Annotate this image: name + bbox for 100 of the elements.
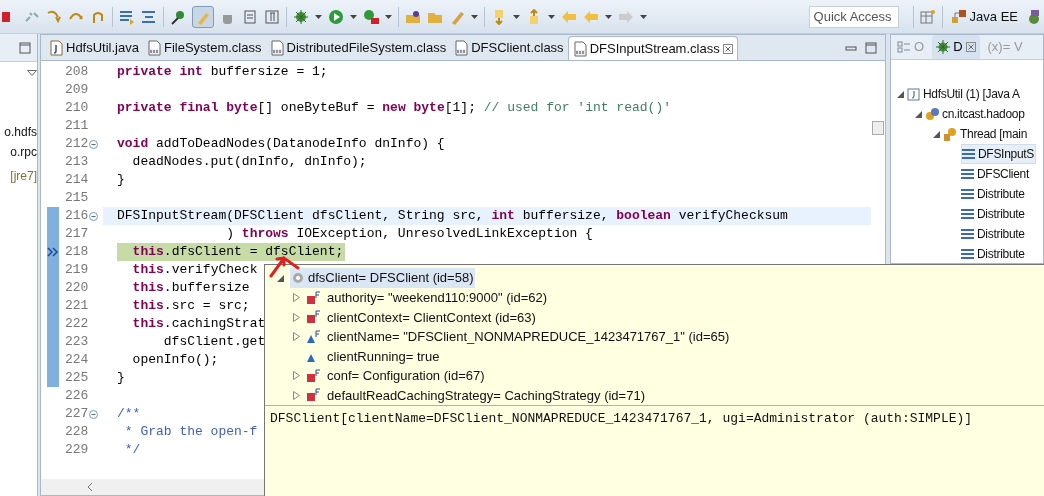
tree-item[interactable]: o.rpc [10,144,37,160]
close-icon[interactable] [722,43,733,54]
dropdown-caret-icon[interactable] [605,14,612,19]
collapsed-arrow-icon[interactable] [293,332,300,342]
expanded-arrow-icon[interactable] [915,110,922,118]
collapsed-arrow-icon[interactable] [293,390,300,400]
local-variable-icon [292,272,304,284]
page-icon[interactable] [242,8,258,25]
code-line: this.buffersize [131,279,250,297]
line-number: 219 [65,261,89,279]
tree-item[interactable]: Distribute [961,244,1026,263]
lines-icon[interactable] [119,8,135,25]
dropdown-caret-icon[interactable] [471,14,478,19]
editor-tab[interactable]: HdfsUtil.java [45,36,143,60]
gears-icon [925,107,939,121]
line-number: 212 [65,135,89,153]
run-icon[interactable] [328,8,344,25]
dropdown-caret-icon[interactable] [640,14,647,19]
dropdown-caret-icon[interactable] [385,14,392,19]
dropdown-caret-icon[interactable] [350,14,357,19]
line-number: 217 [65,225,89,243]
open-perspective-icon[interactable] [919,8,936,25]
field-icon [306,310,321,325]
line-number: 216 [65,207,89,225]
stack-frame-icon [961,228,974,240]
code-line: } [117,171,125,189]
collapse-icon[interactable] [89,211,99,221]
field-icon [306,290,321,305]
code-line: this.cachingStrat [131,315,266,333]
tree-item[interactable]: Distribute [961,204,1026,224]
package-icon[interactable] [405,8,421,25]
field-icon [306,368,321,383]
line-number: 229 [65,441,89,459]
step-filter-icon[interactable] [141,8,157,25]
tree-item[interactable]: Thread [main [943,124,1029,144]
variable-row[interactable]: dfsClient= DFSClient (id=58) [290,268,476,288]
line-number: 228 [65,423,89,441]
expanded-arrow-icon[interactable] [277,274,284,282]
code-line: void addToDeadNodes(DatanodeInfo dnInfo) { [117,135,445,153]
dropdown-caret-icon[interactable] [548,14,555,19]
bug-icon [936,40,951,54]
editor-tab[interactable]: FileSystem.class [142,36,266,60]
tree-item[interactable]: o.hdfs [4,124,37,140]
editor-tab[interactable]: DistributedFileSystem.class [265,36,451,60]
line-number: 214 [65,171,89,189]
code-line: this.src = src; [131,297,250,315]
tree-item[interactable]: Distribute [961,184,1026,204]
tree-item[interactable]: HdfsUtil (1) [Java A [907,84,1021,104]
close-icon[interactable] [965,42,976,52]
perspective-button[interactable]: Java EE [948,4,1020,29]
external-tools-icon[interactable] [363,8,379,25]
line-number: 220 [65,279,89,297]
collapse-icon[interactable] [89,139,99,149]
code-line: DFSInputStream(DFSClient dfsClient, String src, int buffersize, boolean verifyChecksum [117,207,788,225]
editor-tab[interactable]: DFSInputStream.class [567,36,738,60]
expanded-arrow-icon[interactable] [897,90,904,98]
stack-frame-icon [961,168,974,180]
dropdown-caret-icon[interactable] [315,14,322,19]
perspective-icon[interactable] [1026,8,1042,25]
editor-tab[interactable]: DFSClient.class [450,36,568,60]
view-menu-icon[interactable] [27,70,37,76]
class-file-icon [454,40,469,56]
tree-item[interactable]: DFSInputS [961,144,1036,164]
quick-access-field[interactable]: Quick Access [808,5,899,28]
paragraph-icon[interactable] [264,8,280,25]
tree-item[interactable]: cn.itcast.hadoop [925,104,1026,124]
line-number: 222 [65,315,89,333]
variable-row[interactable]: clientRunning= true [327,346,440,366]
code-line: /** [117,405,141,423]
class-file-icon [269,40,284,56]
maximize-icon[interactable] [865,42,877,54]
variable-row[interactable]: clientContext= ClientContext (id=63) [327,307,536,327]
view-tab[interactable]: D [932,35,980,59]
variable-row[interactable]: authority= "weekend110:9000" (id=62) [327,288,548,308]
scrollbar-thumb[interactable] [872,121,884,135]
scroll-left-icon[interactable] [87,483,93,491]
tree-item[interactable]: [jre7] [10,168,37,184]
expanded-arrow-icon[interactable] [933,130,940,138]
perspective-icon [950,8,967,25]
collapse-icon[interactable] [89,409,99,419]
class-file-icon [572,40,587,57]
tree-item[interactable]: Distribute [961,224,1026,244]
variable-row[interactable]: clientName= "DFSClient_NONMAPREDUCE_1423471767_1" (id=65) [327,327,730,347]
collapsed-arrow-icon[interactable] [293,371,300,381]
stack-frame-icon [962,148,975,160]
dropdown-caret-icon[interactable] [513,14,520,19]
step-into-icon[interactable] [46,8,62,25]
variable-row[interactable]: conf= Configuration (id=67) [327,366,485,386]
pin-icon[interactable] [170,8,186,25]
gear-icon [943,127,957,141]
collapsed-arrow-icon[interactable] [293,312,300,322]
line-number: 218 [65,243,89,261]
line-number: 221 [65,297,89,315]
line-number: 215 [65,189,89,207]
tree-item[interactable]: DFSClient [961,164,1030,184]
bug-icon[interactable] [293,8,309,25]
variable-row[interactable]: defaultReadCachingStrategy= CachingStrategy (id=71) [327,385,645,405]
collapsed-arrow-icon[interactable] [293,293,300,303]
stack-frame-icon [961,248,974,260]
maximize-icon[interactable] [19,41,31,54]
